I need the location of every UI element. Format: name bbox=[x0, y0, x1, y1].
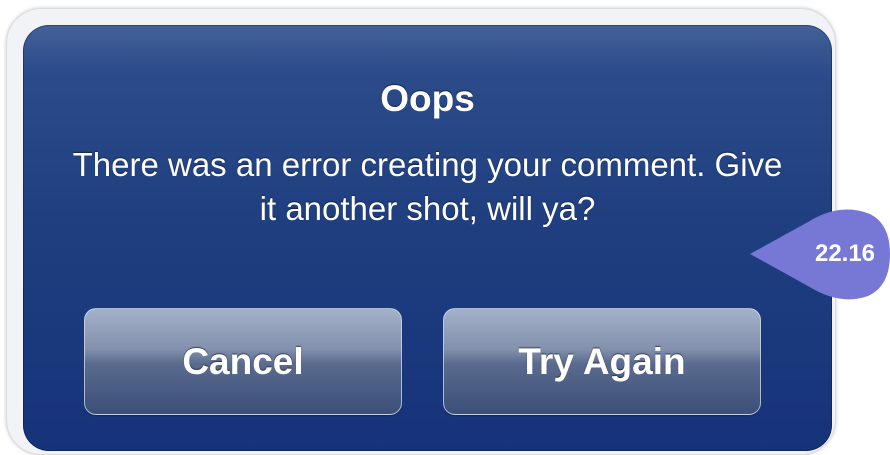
try-again-button[interactable]: Try Again bbox=[443, 308, 761, 415]
cancel-button[interactable]: Cancel bbox=[84, 308, 402, 415]
alert-dialog: Oops There was an error creating your co… bbox=[7, 9, 835, 454]
alert-body: Oops There was an error creating your co… bbox=[23, 25, 832, 451]
callout-badge-value: 22.16 bbox=[814, 240, 876, 267]
alert-message: There was an error creating your comment… bbox=[72, 146, 783, 227]
screen: Oops There was an error creating your co… bbox=[0, 0, 890, 455]
alert-gloss bbox=[23, 25, 832, 73]
alert-title: Oops bbox=[380, 78, 475, 119]
